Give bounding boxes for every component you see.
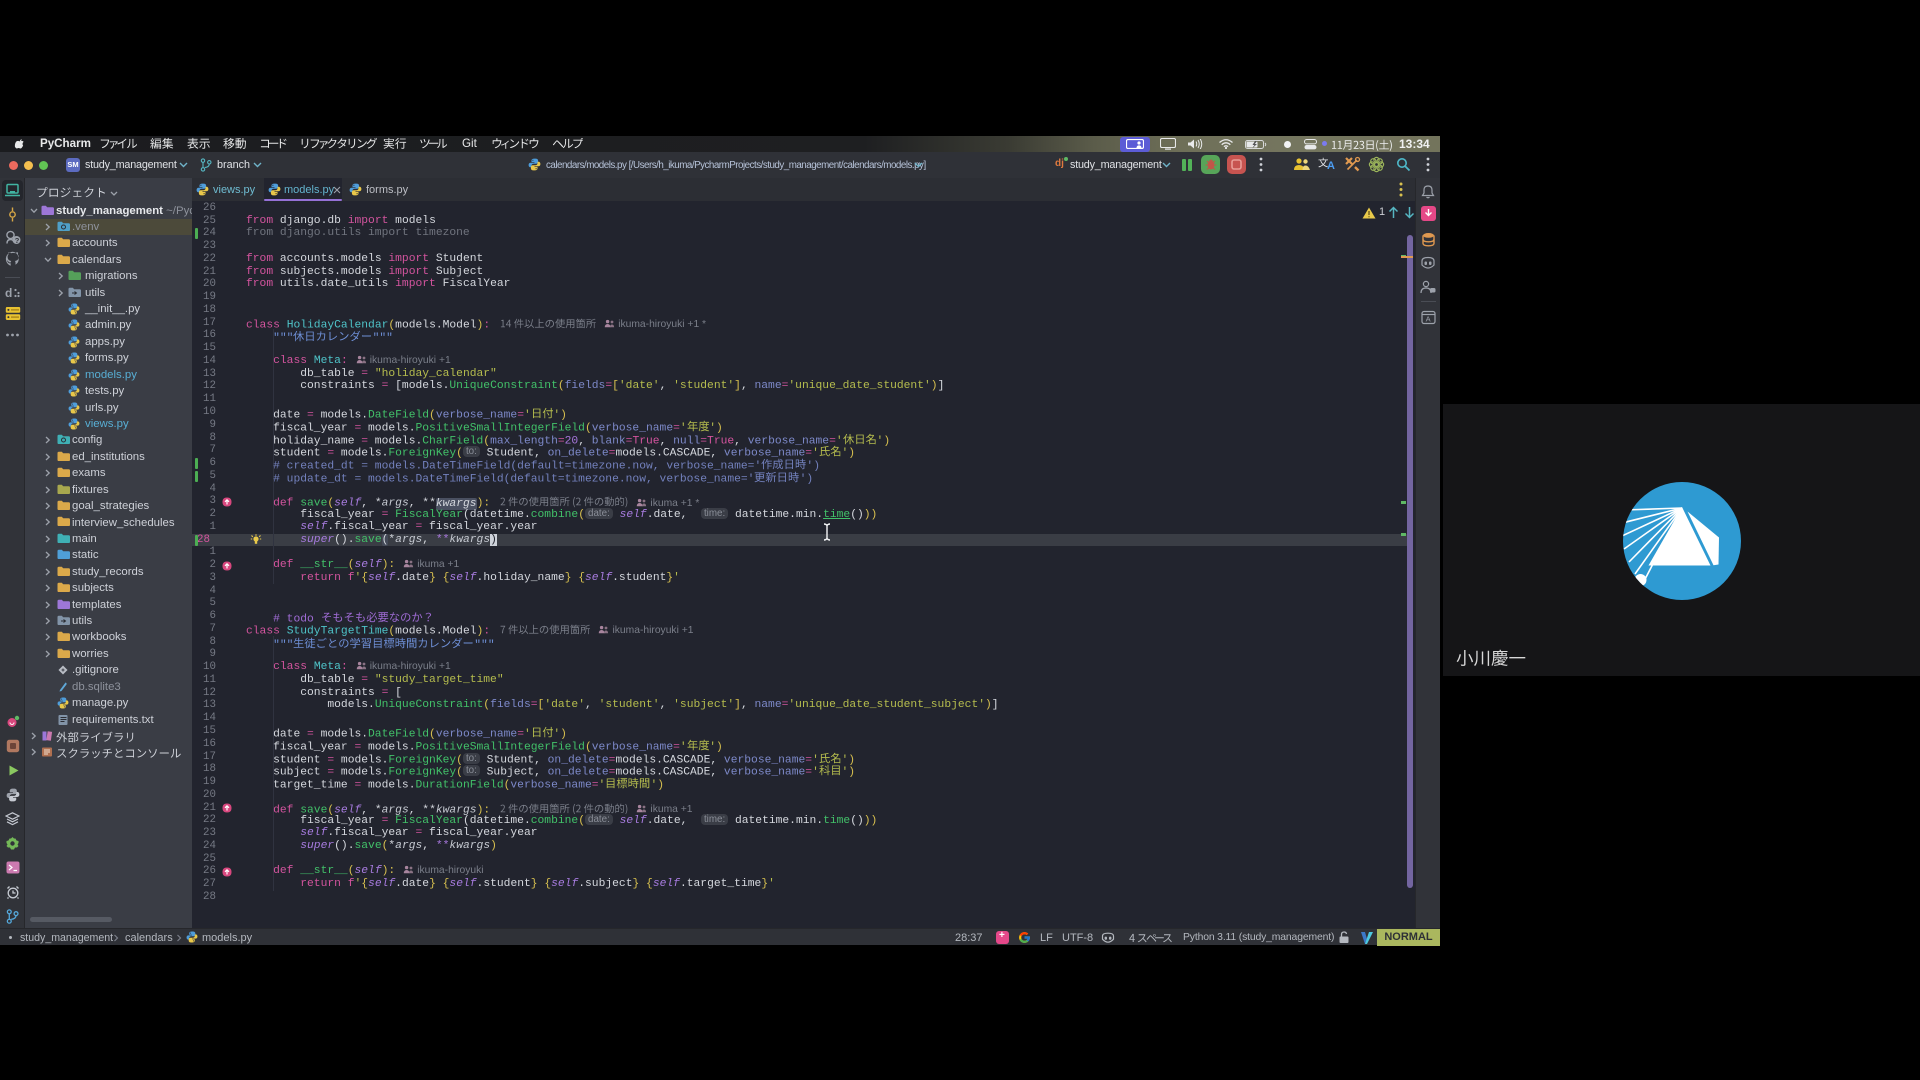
svg-text:A: A — [1426, 315, 1431, 324]
svg-text:d: d — [5, 286, 12, 300]
svg-text:?: ? — [15, 236, 20, 245]
